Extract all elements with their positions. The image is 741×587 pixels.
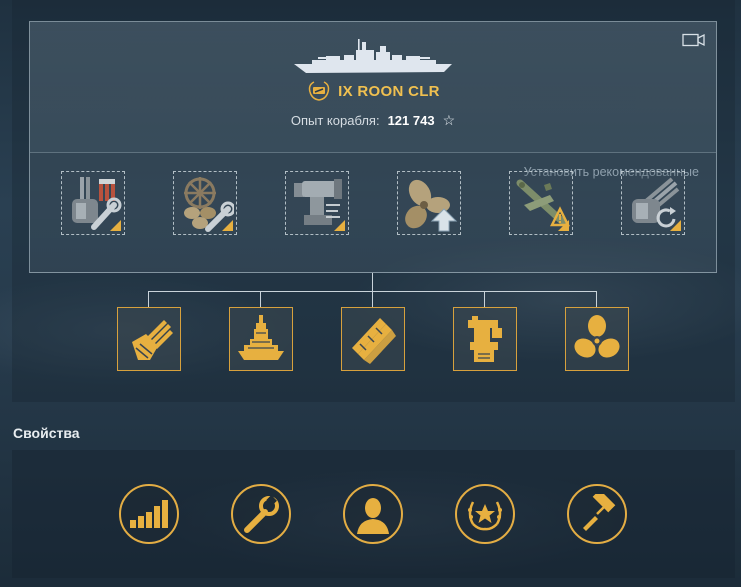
torpedo-tubes-icon — [352, 318, 396, 364]
ship-xp-value: 121 743 — [387, 112, 435, 128]
upgrade-torpedoes[interactable] — [341, 307, 405, 371]
property-maintenance[interactable] — [231, 484, 291, 544]
ship-header: IX ROON CLR Опыт корабля: 121 743 ☆ — [30, 22, 716, 153]
engine-propeller-icon — [574, 315, 620, 358]
module-slot-main-battery[interactable] — [61, 171, 125, 235]
laurel-star-icon — [468, 501, 502, 531]
ship-xp-row: Опыт корабля: 121 743 ☆ — [30, 111, 716, 129]
commander-icon — [357, 498, 389, 534]
hull-icon — [238, 315, 284, 360]
module-slot-propulsion-boost[interactable] — [397, 171, 461, 235]
slot-corner-marker — [670, 220, 681, 231]
paint-roller-icon — [583, 494, 616, 531]
slot-corner-marker — [334, 220, 345, 231]
property-achievements[interactable] — [455, 484, 515, 544]
fire-control-system-icon — [468, 316, 502, 362]
tree-connector — [484, 291, 485, 307]
properties-title: Свойства — [13, 425, 80, 441]
wrench-icon — [244, 495, 279, 533]
property-camouflage[interactable] — [567, 484, 627, 544]
module-slot-propulsion-repair[interactable] — [173, 171, 237, 235]
propulsion-boost-modification-icon — [405, 179, 458, 232]
upgrade-fire-control[interactable] — [453, 307, 517, 371]
module-slot-fire-control[interactable] — [285, 171, 349, 235]
star-icon: ☆ — [442, 111, 456, 128]
slot-corner-marker — [110, 220, 121, 231]
slot-corner-marker — [222, 220, 233, 231]
slot-corner-marker — [558, 220, 569, 231]
ship-title-row: IX ROON CLR — [30, 80, 716, 102]
tree-connector — [372, 273, 373, 291]
property-commander[interactable] — [343, 484, 403, 544]
module-slot-turret-reload[interactable] — [621, 171, 685, 235]
camera-icon[interactable] — [682, 33, 706, 47]
upgrade-engine[interactable] — [565, 307, 629, 371]
tree-connector — [260, 291, 261, 307]
upgrade-main-battery[interactable] — [117, 307, 181, 371]
premium-ship-badge-icon — [308, 81, 330, 101]
module-slot-aircraft-warning[interactable] — [509, 171, 573, 235]
tree-connector — [372, 291, 373, 307]
performance-bars-icon — [130, 500, 168, 528]
tree-connector — [596, 291, 597, 307]
ship-module-panel: IX ROON CLR Опыт корабля: 121 743 ☆ Уста… — [29, 21, 717, 273]
upgrade-hull[interactable] — [229, 307, 293, 371]
ship-silhouette-icon — [294, 39, 452, 73]
tree-connector — [148, 291, 149, 307]
ship-title: IX ROON CLR — [338, 82, 440, 100]
ship-xp-label: Опыт корабля: — [290, 112, 380, 128]
property-performance[interactable] — [119, 484, 179, 544]
main-battery-turret-icon — [132, 320, 173, 360]
